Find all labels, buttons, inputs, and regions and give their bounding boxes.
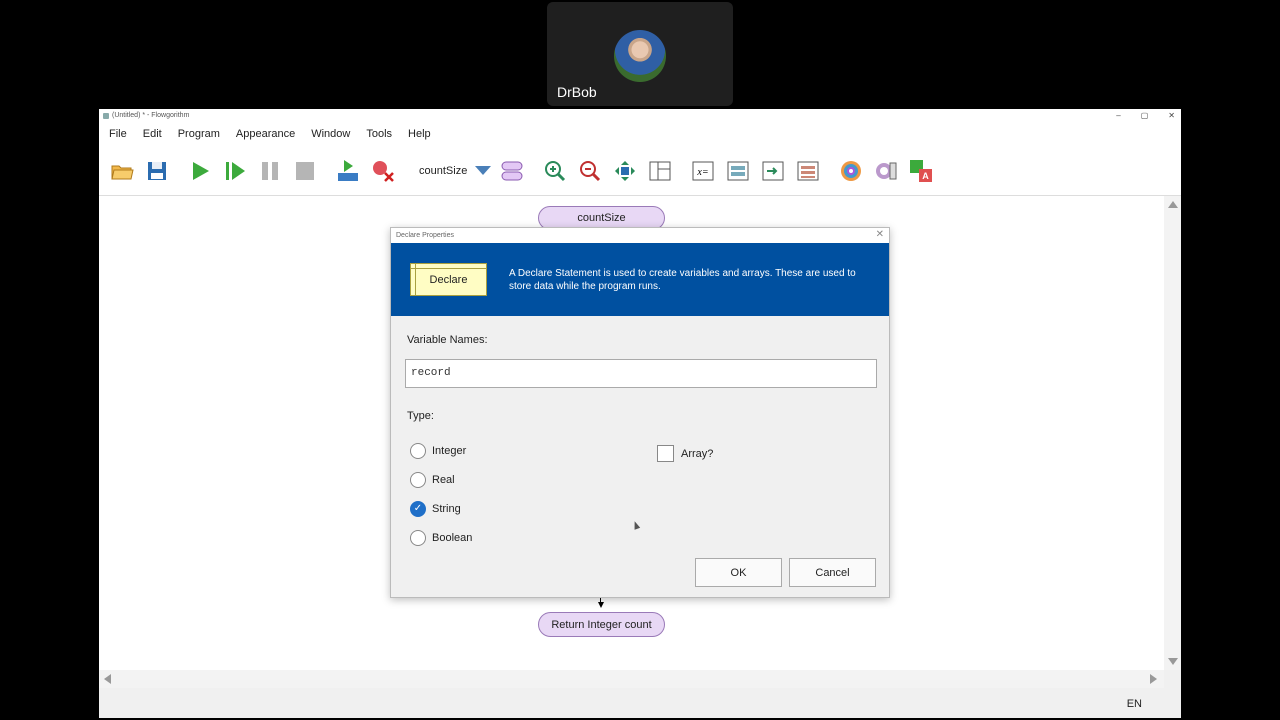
declare-shape-label: Declare: [429, 273, 468, 286]
scroll-right-icon[interactable]: [1150, 674, 1157, 684]
radio-boolean[interactable]: Boolean: [410, 530, 472, 546]
window-title: (Untitled) * - Flowgorithm: [112, 112, 190, 119]
maximize-button[interactable]: ▢: [1141, 111, 1149, 120]
pause-icon[interactable]: [257, 158, 283, 184]
close-window-button[interactable]: ✕: [1168, 111, 1175, 120]
radio-integer[interactable]: Integer: [410, 443, 466, 459]
cancel-button[interactable]: Cancel: [789, 558, 876, 587]
radio-circle[interactable]: [410, 472, 426, 488]
step-icon[interactable]: [222, 158, 248, 184]
scroll-up-icon[interactable]: [1168, 201, 1178, 208]
title-bar: (Untitled) * - Flowgorithm – ▢ ✕: [99, 109, 1181, 122]
vertical-scrollbar[interactable]: [1164, 196, 1181, 670]
declare-shape-icon: Declare: [410, 263, 487, 296]
dialog-title: Declare Properties: [396, 232, 454, 239]
function-select[interactable]: countSize: [419, 164, 492, 177]
open-folder-icon[interactable]: [109, 158, 135, 184]
participant-name: DrBob: [557, 84, 597, 100]
ok-button[interactable]: OK: [695, 558, 782, 587]
variable-names-label: Variable Names:: [407, 334, 488, 346]
radio-circle[interactable]: [410, 443, 426, 459]
radio-circle[interactable]: [410, 530, 426, 546]
zoom-in-icon[interactable]: [542, 158, 568, 184]
menu-tools[interactable]: Tools: [366, 128, 392, 140]
stop-icon[interactable]: [292, 158, 318, 184]
dialog-title-bar: Declare Properties ✕: [391, 228, 889, 243]
variable-names-input[interactable]: record: [405, 359, 877, 388]
radio-string[interactable]: ✓ String: [410, 501, 461, 517]
menu-bar: File Edit Program Appearance Window Tool…: [99, 122, 1181, 146]
app-icon: [103, 112, 109, 119]
radio-integer-label: Integer: [432, 445, 467, 457]
trace-icon[interactable]: [795, 158, 821, 184]
zoom-out-icon[interactable]: [577, 158, 603, 184]
status-bar: EN: [99, 688, 1181, 718]
flow-arrow-head: [598, 602, 604, 608]
horizontal-scrollbar[interactable]: [99, 670, 1164, 688]
svg-text:x=: x=: [697, 167, 709, 178]
output-icon[interactable]: [760, 158, 786, 184]
check-icon: ✓: [413, 503, 423, 514]
menu-program[interactable]: Program: [178, 128, 220, 140]
svg-text:A: A: [923, 171, 930, 181]
console-icon[interactable]: [725, 158, 751, 184]
array-checkbox-box[interactable]: [657, 445, 674, 462]
array-checkbox[interactable]: Array?: [657, 445, 713, 462]
radio-string-label: String: [432, 503, 461, 515]
toolbar: countSize x= A: [99, 146, 1181, 196]
manage-functions-icon[interactable]: [499, 158, 525, 184]
menu-appearance[interactable]: Appearance: [236, 128, 295, 140]
participant-avatar: [614, 30, 666, 82]
radio-circle-checked[interactable]: ✓: [410, 501, 426, 517]
function-select-value: countSize: [419, 164, 468, 177]
minimize-button[interactable]: –: [1116, 111, 1120, 120]
dialog-banner: Declare A Declare Statement is used to c…: [391, 243, 889, 316]
array-checkbox-label: Array?: [681, 447, 714, 460]
menu-file[interactable]: File: [109, 128, 127, 140]
dialog-description: A Declare Statement is used to create va…: [509, 268, 856, 292]
run-to-icon[interactable]: [335, 158, 361, 184]
radio-real-label: Real: [432, 474, 455, 486]
declare-properties-dialog: Declare Properties ✕ Declare A Declare S…: [390, 227, 890, 598]
menu-window[interactable]: Window: [311, 128, 350, 140]
clear-breakpoint-icon[interactable]: [370, 158, 396, 184]
menu-help[interactable]: Help: [408, 128, 431, 140]
pan-icon[interactable]: [612, 158, 638, 184]
language-indicator: EN: [1126, 698, 1142, 710]
save-icon[interactable]: [144, 158, 170, 184]
style-icon[interactable]: [873, 158, 899, 184]
end-terminal[interactable]: Return Integer count: [538, 612, 665, 637]
translate-icon[interactable]: A: [908, 158, 934, 184]
chevron-down-icon[interactable]: [475, 166, 492, 175]
layout-icon[interactable]: [647, 158, 673, 184]
participant-tile: DrBob: [547, 2, 733, 106]
radio-real[interactable]: Real: [410, 472, 455, 488]
color-icon[interactable]: [838, 158, 864, 184]
dialog-close-icon[interactable]: ✕: [876, 229, 884, 240]
run-icon[interactable]: [187, 158, 213, 184]
radio-boolean-label: Boolean: [432, 532, 473, 544]
type-label: Type:: [407, 410, 434, 422]
menu-edit[interactable]: Edit: [143, 128, 162, 140]
variable-watch-icon[interactable]: x=: [690, 158, 716, 184]
scroll-left-icon[interactable]: [104, 674, 111, 684]
scroll-down-icon[interactable]: [1168, 658, 1178, 665]
